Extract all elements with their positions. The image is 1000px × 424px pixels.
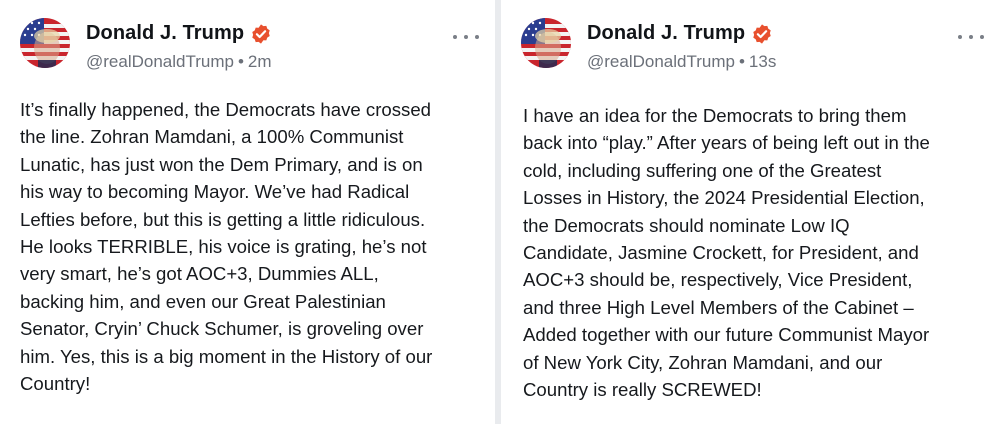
post-timestamp[interactable]: 2m [248, 52, 272, 71]
separator-dot: • [738, 52, 745, 71]
post-card: Donald J. Trump @realDonaldTrump • 13s I h… [501, 0, 1000, 424]
post-header: Donald J. Trump @realDonaldTrump • 2m [20, 14, 479, 76]
ellipsis-dot-icon [453, 35, 457, 39]
flag-portrait-avatar-icon [521, 18, 571, 68]
ellipsis-dot-icon [475, 35, 479, 39]
ellipsis-dot-icon [980, 35, 984, 39]
ellipsis-dot-icon [958, 35, 962, 39]
avatar[interactable] [20, 18, 70, 68]
author-name[interactable]: Donald J. Trump [587, 22, 745, 45]
author-handle[interactable]: @realDonaldTrump [86, 52, 234, 71]
post-timestamp[interactable]: 13s [749, 52, 776, 71]
separator-dot: • [237, 52, 244, 71]
more-options-button[interactable] [958, 32, 984, 42]
ellipsis-dot-icon [464, 35, 468, 39]
post-text: I have an idea for the Democrats to brin… [523, 105, 930, 401]
post-text: It’s finally happened, the Democrats hav… [20, 99, 433, 395]
post-card: Donald J. Trump @realDonaldTrump • 2m It’s… [0, 0, 495, 424]
author-handle[interactable]: @realDonaldTrump [587, 52, 735, 71]
ellipsis-dot-icon [969, 35, 973, 39]
flag-portrait-avatar-icon [20, 18, 70, 68]
author-name-row: Donald J. Trump [86, 22, 272, 45]
author-handle-row: @realDonaldTrump • 2m [86, 52, 272, 72]
author-handle-row: @realDonaldTrump • 13s [587, 52, 776, 72]
author-name-row: Donald J. Trump [587, 22, 773, 45]
verified-badge-icon [252, 23, 270, 44]
post-header: Donald J. Trump @realDonaldTrump • 13s [521, 14, 984, 76]
verified-badge-icon [753, 23, 771, 44]
avatar[interactable] [521, 18, 571, 68]
more-options-button[interactable] [453, 32, 479, 42]
author-name[interactable]: Donald J. Trump [86, 22, 244, 45]
